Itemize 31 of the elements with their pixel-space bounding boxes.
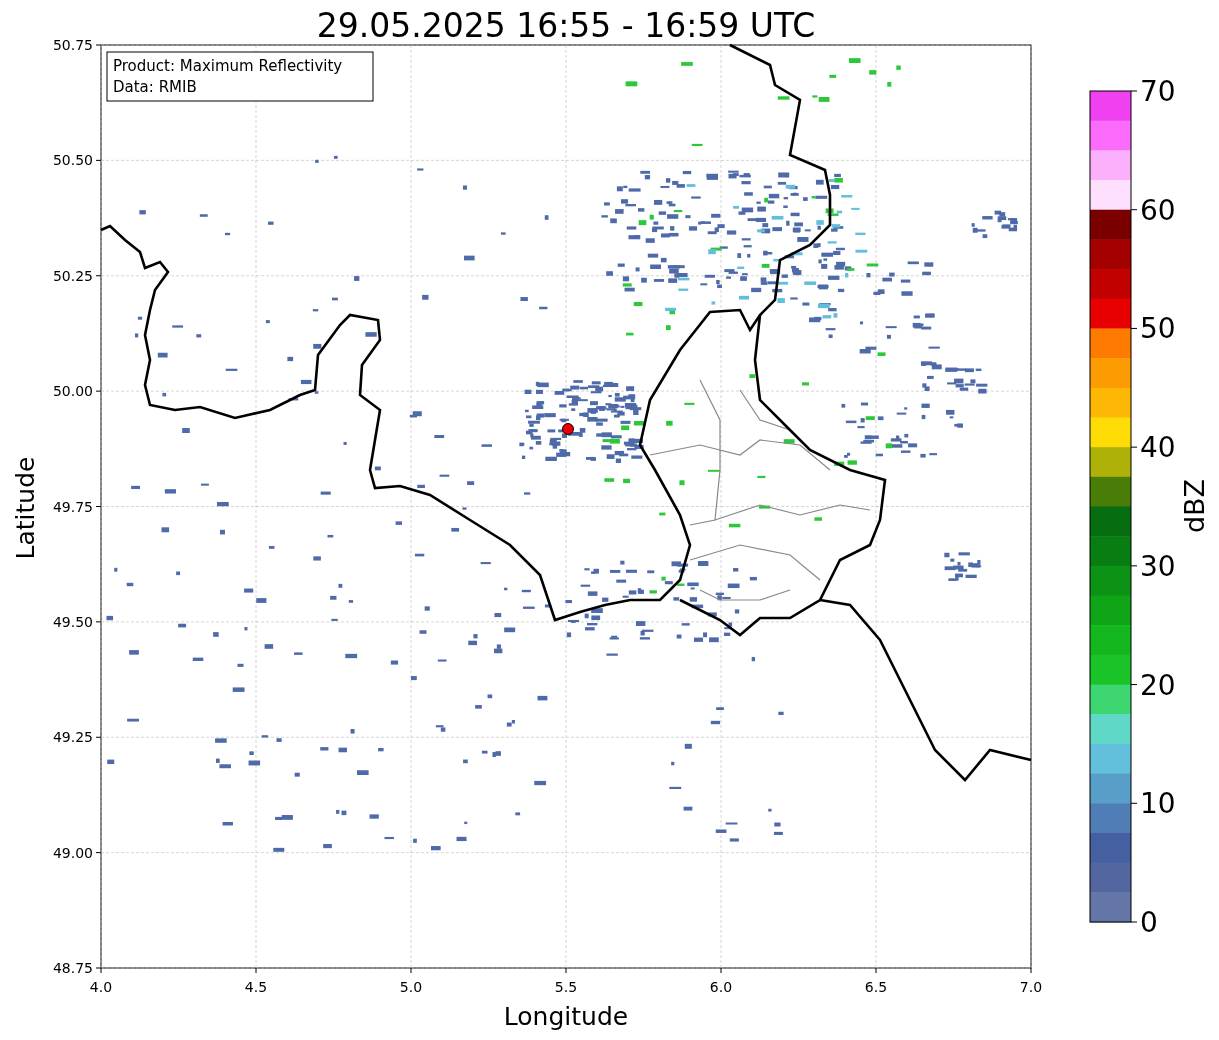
axis-tick-label: 49.00 — [52, 844, 93, 861]
axis-tick-label: 4.0 — [89, 979, 113, 995]
radar-site-marker — [562, 423, 574, 435]
axis-tick-label: 6.5 — [864, 979, 888, 995]
colorbar-tick-label: 50 — [1140, 312, 1176, 346]
colorbar-tick-label: 60 — [1140, 193, 1176, 227]
colorbar-tick-label: 10 — [1140, 787, 1176, 821]
axis-tick-label: 4.5 — [244, 979, 268, 995]
colorbar-tick-label: 0 — [1140, 906, 1158, 939]
colorbar-tick-label: 20 — [1140, 668, 1176, 702]
colorbar-tick-label: 40 — [1140, 431, 1176, 465]
axis-tick-label: 50.50 — [52, 152, 93, 169]
info-text: Data: RMIB — [113, 78, 197, 96]
axis-tick-label: 49.25 — [52, 729, 93, 746]
axis-tick-label: 50.75 — [52, 37, 93, 53]
axis-tick-label: 6.0 — [709, 979, 733, 995]
axis-label: Latitude — [11, 456, 40, 560]
axis-tick-label: 49.50 — [52, 613, 93, 630]
axis-tick-label: 48.75 — [52, 960, 93, 976]
colorbar-tick-label: 30 — [1140, 549, 1176, 583]
chart-title: 29.05.2025 16:55 - 16:59 UTC — [316, 6, 816, 45]
axis-label: Longitude — [503, 1002, 629, 1031]
axis-tick-label: 49.75 — [52, 498, 93, 515]
colorbar-tick-label: 70 — [1140, 75, 1176, 108]
axis-tick-label: 7.0 — [1019, 979, 1043, 995]
axis-tick-label: 5.5 — [554, 979, 578, 995]
axis-tick-label: 50.25 — [52, 267, 93, 284]
axis-tick-label: 5.0 — [399, 979, 423, 995]
info-text: Product: Maximum Reflectivity — [113, 57, 343, 75]
colorbar-label: dBZ — [1179, 478, 1210, 534]
axis-tick-label: 50.00 — [52, 383, 93, 400]
